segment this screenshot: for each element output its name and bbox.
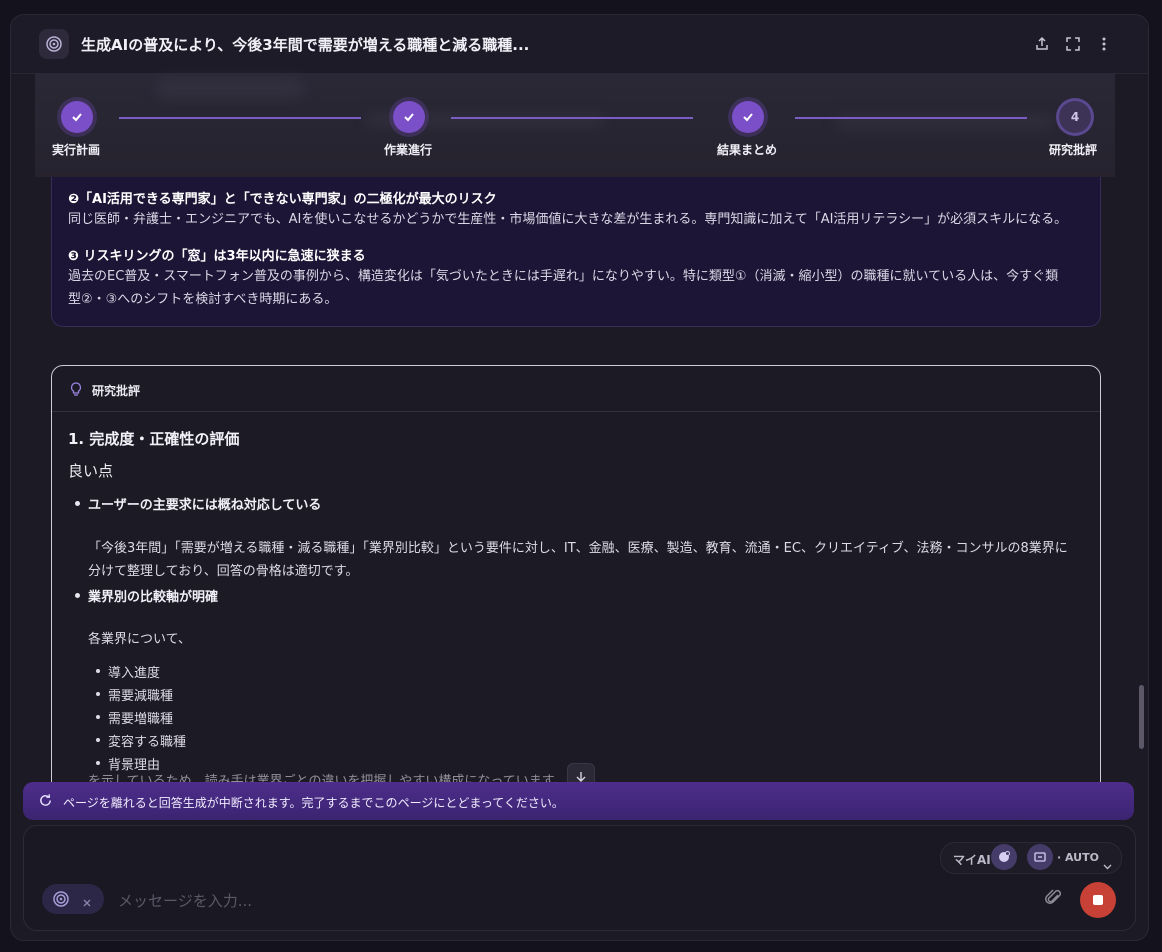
summary-item-2-title: ❷「AI活用できる専門家」と「できない専門家」の二極化が最大のリスク bbox=[68, 192, 497, 207]
progress-stepper: 4 実行計画 作業進行 結果まとめ 研究批評 bbox=[35, 73, 1115, 177]
stop-icon bbox=[1093, 895, 1103, 905]
scrollbar-thumb[interactable] bbox=[1139, 685, 1144, 749]
chevron-down-icon bbox=[1103, 855, 1112, 874]
sub-bullet-dot bbox=[96, 715, 100, 719]
model-selector[interactable]: マイAI · AUTO bbox=[940, 842, 1122, 874]
sub-item: 需要増職種 bbox=[108, 712, 174, 727]
summary-item-3-text-2: 型②・③へのシフトを検討すべき時期にある。 bbox=[68, 292, 338, 307]
sub-bullet-dot bbox=[96, 692, 100, 696]
warning-text: ページを離れると回答生成が中断されます。完了するまでこのページにとどまってくださ… bbox=[63, 796, 564, 810]
bullet-2-intro: 各業界について、 bbox=[88, 632, 191, 647]
step-connector bbox=[451, 117, 693, 119]
critique-card: 研究批評 1. 完成度・正確性の評価 良い点 ユーザーの主要求には概ね対応してい… bbox=[51, 365, 1101, 782]
step-3-label: 結果まとめ bbox=[717, 143, 778, 157]
bullet-1-text-2: 分けて整理しており、回答の骨格は適切です。 bbox=[88, 564, 359, 579]
summary-item-2-text: 同じ医師・弁護士・エンジニアでも、AIを使いこなせるかどうかで生産性・市場価値に… bbox=[68, 212, 1068, 227]
critique-title: 研究批評 bbox=[92, 384, 141, 398]
model-label: マイAI bbox=[953, 853, 991, 867]
bullet-dot bbox=[75, 501, 80, 506]
sub-item: 需要減職種 bbox=[108, 689, 174, 704]
step-1-label: 実行計画 bbox=[52, 143, 101, 157]
sub-bullet-dot bbox=[96, 738, 100, 742]
stop-generation-button[interactable] bbox=[1080, 882, 1116, 918]
refresh-icon bbox=[38, 793, 53, 812]
lightbulb-icon bbox=[68, 381, 84, 401]
bullet-1-text-1: 「今後3年間」「需要が増える職種・減る職種」「業界別比較」という要件に対し、IT… bbox=[88, 541, 1068, 556]
paperclip-icon[interactable] bbox=[1044, 888, 1066, 910]
mode-label: · AUTO bbox=[1057, 851, 1099, 864]
summary-item-3-title: ❸ リスキリングの「窓」は3年以内に急速に狭まる bbox=[68, 249, 366, 264]
agent-logo-icon bbox=[52, 890, 70, 912]
bullet-dot bbox=[75, 593, 80, 598]
more-vertical-icon[interactable] bbox=[1093, 33, 1115, 55]
step-4-indicator: 4 bbox=[1059, 101, 1091, 133]
step-4-label: 研究批評 bbox=[1049, 143, 1098, 157]
sub-bullet-dot bbox=[96, 761, 100, 765]
bullet-1-title: ユーザーの主要求には概ね対応している bbox=[88, 498, 322, 513]
agent-chip[interactable] bbox=[42, 884, 104, 914]
message-scroll-area[interactable]: ❷「AI活用できる専門家」と「できない専門家」の二極化が最大のリスク 同じ医師・… bbox=[11, 177, 1148, 782]
sub-bullet-dot bbox=[96, 669, 100, 673]
mode-icon[interactable] bbox=[1027, 844, 1053, 870]
message-composer: マイAI · AUTO メッセージを入力... bbox=[23, 825, 1136, 931]
sub-item: 導入進度 bbox=[108, 666, 161, 681]
close-icon[interactable] bbox=[82, 893, 92, 912]
good-points-heading: 良い点 bbox=[68, 462, 114, 480]
generation-warning-banner: ページを離れると回答生成が中断されます。完了するまでこのページにとどまってくださ… bbox=[23, 782, 1134, 820]
critique-header: 研究批評 bbox=[52, 366, 1100, 412]
summary-card: ❷「AI活用できる専門家」と「できない専門家」の二極化が最大のリスク 同じ医師・… bbox=[51, 177, 1101, 327]
message-input[interactable]: メッセージを入力... bbox=[118, 890, 252, 911]
expand-icon[interactable] bbox=[1062, 33, 1084, 55]
share-icon[interactable] bbox=[1031, 33, 1053, 55]
step-connector bbox=[119, 117, 361, 119]
step-1-check-icon bbox=[61, 101, 93, 133]
app-logo-icon bbox=[39, 29, 69, 59]
conversation-title: 生成AIの普及により、今後3年間で需要が増える職種と減る職種... bbox=[81, 36, 530, 54]
chat-window: 生成AIの普及により、今後3年間で需要が増える職種と減る職種... 4 実行計画… bbox=[10, 14, 1149, 941]
header-bar: 生成AIの普及により、今後3年間で需要が増える職種と減る職種... bbox=[11, 15, 1148, 74]
step-3-check-icon bbox=[732, 101, 764, 133]
step-2-label: 作業進行 bbox=[384, 143, 433, 157]
section-heading: 1. 完成度・正確性の評価 bbox=[68, 430, 240, 448]
my-ai-icon[interactable] bbox=[991, 844, 1017, 870]
bullet-2-title: 業界別の比較軸が明確 bbox=[88, 590, 219, 605]
sub-item: 変容する職種 bbox=[108, 735, 187, 750]
summary-item-3-text-1: 過去のEC普及・スマートフォン普及の事例から、構造変化は「気づいたときには手遅れ… bbox=[68, 269, 1059, 284]
step-2-check-icon bbox=[393, 101, 425, 133]
step-connector bbox=[795, 117, 1027, 119]
